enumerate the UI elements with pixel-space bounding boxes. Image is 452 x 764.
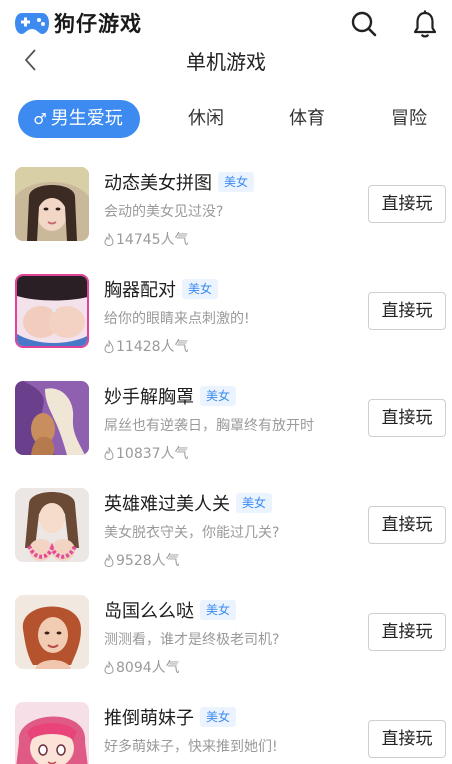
flame-icon <box>104 339 114 353</box>
game-title[interactable]: 动态美女拼图 <box>104 169 212 195</box>
game-thumbnail[interactable] <box>15 167 89 241</box>
category-tag: 美女 <box>200 386 237 406</box>
tab-male-favorites[interactable]: ♂ 男生爱玩 <box>18 100 140 138</box>
game-title[interactable]: 妙手解胸罩 <box>104 383 194 409</box>
tab-casual[interactable]: 休闲 <box>178 100 234 138</box>
flame-icon <box>104 446 114 460</box>
tab-label: 休闲 <box>188 108 224 129</box>
game-thumbnail[interactable] <box>15 381 89 455</box>
app-logo[interactable]: 狗仔游戏 <box>14 8 142 38</box>
game-title[interactable]: 岛国么么哒 <box>104 597 194 623</box>
popularity-count: 14745人气 <box>116 232 189 248</box>
popularity-count: 11428人气 <box>116 339 189 355</box>
top-bar: 狗仔游戏 <box>0 0 452 46</box>
game-thumbnail[interactable] <box>15 274 89 348</box>
game-thumbnail[interactable] <box>15 488 89 562</box>
popularity-count: 10837人气 <box>116 446 189 462</box>
flame-icon <box>104 660 114 674</box>
game-item[interactable]: 胸器配对 美女 给你的眼睛来点刺激的! 11428人气 直接玩 <box>0 262 452 369</box>
play-now-button[interactable]: 直接玩 <box>368 720 446 758</box>
popularity: 10837人气 <box>104 443 354 463</box>
game-description: 给你的眼睛来点刺激的! <box>104 311 250 327</box>
nav-bar: 单机游戏 <box>0 42 452 78</box>
search-button[interactable] <box>350 10 378 38</box>
popularity: 14745人气 <box>104 229 354 249</box>
game-item[interactable]: 推倒萌妹子 美女 好多萌妹子，快来推到她们! 直接玩 <box>0 690 452 764</box>
game-thumbnail[interactable] <box>15 595 89 669</box>
game-title[interactable]: 英雄难过美人关 <box>104 490 230 516</box>
play-now-button[interactable]: 直接玩 <box>368 613 446 651</box>
game-info: 胸器配对 美女 给你的眼睛来点刺激的! 11428人气 <box>104 276 354 356</box>
play-now-button[interactable]: 直接玩 <box>368 185 446 223</box>
game-item[interactable]: 岛国么么哒 美女 测测看，谁才是终极老司机? 8094人气 直接玩 <box>0 583 452 690</box>
tab-adventure[interactable]: 冒险 <box>381 100 437 138</box>
category-tag: 美女 <box>236 493 273 513</box>
game-description: 屌丝也有逆袭日，胸罩终有放开时 <box>104 418 314 434</box>
game-info: 动态美女拼图 美女 会动的美女见过没? 14745人气 <box>104 169 354 249</box>
tab-label: 冒险 <box>391 108 427 129</box>
popularity-count: 8094人气 <box>116 660 180 676</box>
popularity: 11428人气 <box>104 336 354 356</box>
game-info: 推倒萌妹子 美女 好多萌妹子，快来推到她们! <box>104 704 354 756</box>
notification-button[interactable] <box>411 9 439 39</box>
game-info: 英雄难过美人关 美女 美女脱衣守关，你能过几关? 9528人气 <box>104 490 354 570</box>
app-name: 狗仔游戏 <box>54 12 142 36</box>
game-title[interactable]: 推倒萌妹子 <box>104 704 194 730</box>
category-tag: 美女 <box>218 172 255 192</box>
gamepad-logo-icon <box>15 13 49 34</box>
game-info: 岛国么么哒 美女 测测看，谁才是终极老司机? 8094人气 <box>104 597 354 677</box>
game-info: 妙手解胸罩 美女 屌丝也有逆袭日，胸罩终有放开时 10837人气 <box>104 383 354 463</box>
game-item[interactable]: 动态美女拼图 美女 会动的美女见过没? 14745人气 直接玩 <box>0 155 452 262</box>
play-now-button[interactable]: 直接玩 <box>368 292 446 330</box>
game-thumbnail[interactable] <box>15 702 89 764</box>
play-now-button[interactable]: 直接玩 <box>368 399 446 437</box>
page-title: 单机游戏 <box>186 50 266 74</box>
game-item[interactable]: 英雄难过美人关 美女 美女脱衣守关，你能过几关? 9528人气 直接玩 <box>0 476 452 583</box>
game-title[interactable]: 胸器配对 <box>104 276 176 302</box>
bell-icon <box>413 10 437 38</box>
game-item[interactable]: 妙手解胸罩 美女 屌丝也有逆袭日，胸罩终有放开时 10837人气 直接玩 <box>0 369 452 476</box>
category-tag: 美女 <box>182 279 219 299</box>
flame-icon <box>104 553 114 567</box>
play-now-button[interactable]: 直接玩 <box>368 506 446 544</box>
flame-icon <box>104 232 114 246</box>
category-tag: 美女 <box>200 707 237 727</box>
tab-label: 体育 <box>289 108 325 129</box>
search-icon <box>351 11 377 37</box>
game-description: 测测看，谁才是终极老司机? <box>104 632 280 648</box>
game-description: 好多萌妹子，快来推到她们! <box>104 739 278 755</box>
male-symbol-icon: ♂ <box>33 110 47 128</box>
game-description: 美女脱衣守关，你能过几关? <box>104 525 280 541</box>
popularity: 8094人气 <box>104 657 354 677</box>
tab-sports[interactable]: 体育 <box>279 100 335 138</box>
tab-label: 男生爱玩 <box>50 108 123 129</box>
game-description: 会动的美女见过没? <box>104 204 224 220</box>
category-tabs: ♂ 男生爱玩 休闲 体育 冒险 <box>0 100 452 142</box>
popularity: 9528人气 <box>104 550 354 570</box>
popularity-count: 9528人气 <box>116 553 180 569</box>
category-tag: 美女 <box>200 600 237 620</box>
